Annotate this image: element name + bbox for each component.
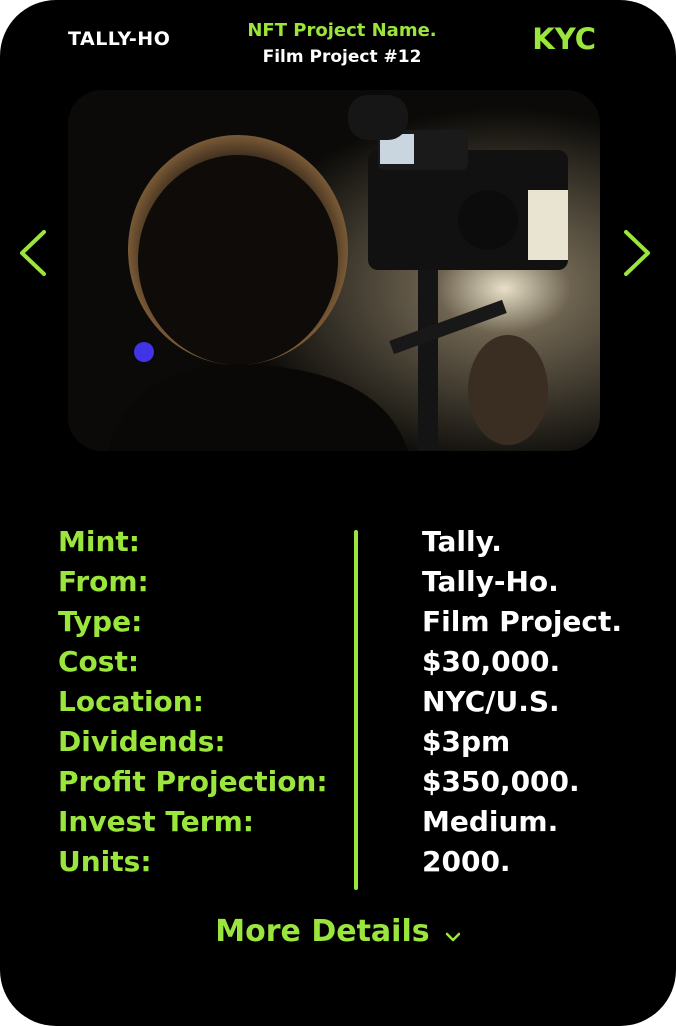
project-name: NFT Project Name. [247,20,437,41]
stat-label: Units: [58,845,152,878]
project-header: NFT Project Name. Film Project #12 [200,18,484,70]
stat-value: Tally-Ho. [422,565,559,598]
stat-value: Medium. [422,805,559,838]
stat-row-type: Type: Film Project. [58,602,648,642]
kyc-badge[interactable]: KYC [532,22,596,56]
chevron-down-icon [445,932,460,941]
previous-button[interactable] [16,228,50,278]
stat-row-units: Units: 2000. [58,842,648,882]
stat-value: 2000. [422,845,511,878]
stat-label: Location: [58,685,204,718]
stat-label: Type: [58,605,143,638]
tally-ho-logo: TALLY-HO [68,28,171,50]
stat-label: Dividends: [58,725,226,758]
stat-row-cost: Cost: $30,000. [58,642,648,682]
stat-label: Mint: [58,525,140,558]
stat-value: Film Project. [422,605,623,638]
more-details-label: More Details [215,914,430,949]
camera-operator-photo [68,90,600,451]
stat-value: Tally. [422,525,502,558]
stat-row-invest-term: Invest Term: Medium. [58,802,648,842]
project-subtitle: Film Project #12 [262,47,422,67]
nft-project-card: TALLY-HO NFT Project Name. Film Project … [0,0,676,1026]
stat-label: Profit Projection: [58,765,328,798]
stat-row-profit-projection: Profit Projection: $350,000. [58,762,648,802]
next-button[interactable] [620,228,654,278]
stat-label: Cost: [58,645,140,678]
stat-label: From: [58,565,149,598]
stat-label: Invest Term: [58,805,254,838]
stat-value: $3pm [422,725,511,758]
more-details-button[interactable]: More Details [0,914,676,949]
chevron-right-icon [624,230,650,276]
stat-row-from: From: Tally-Ho. [58,562,648,602]
stat-row-mint: Mint: Tally. [58,522,648,562]
stat-value: NYC/U.S. [422,685,560,718]
chevron-left-icon [20,230,46,276]
stat-row-location: Location: NYC/U.S. [58,682,648,722]
stat-row-dividends: Dividends: $3pm [58,722,648,762]
stat-value: $350,000. [422,765,580,798]
stat-value: $30,000. [422,645,561,678]
